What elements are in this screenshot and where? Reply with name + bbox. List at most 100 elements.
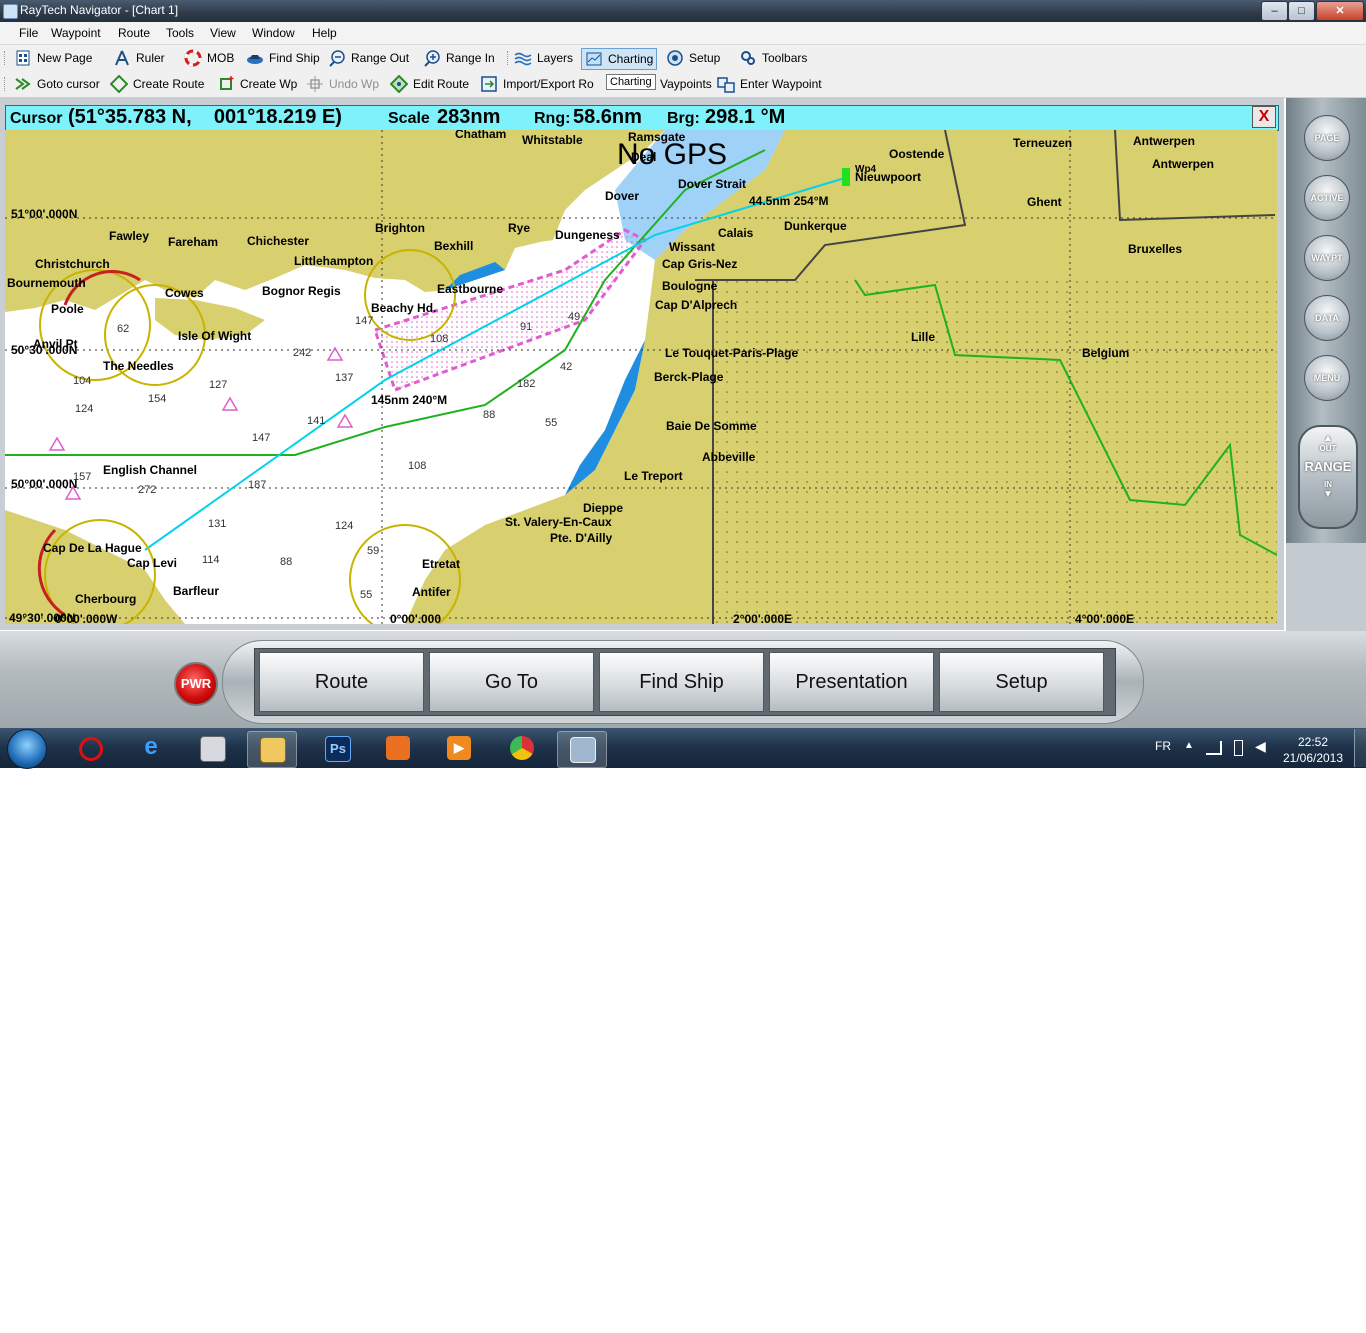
depth-sounding: 147	[252, 432, 270, 444]
taskbar-app[interactable]	[557, 731, 607, 768]
setup-button[interactable]: Setup	[666, 48, 720, 68]
page-button[interactable]: PAGE	[1304, 115, 1350, 161]
place-label: Antifer	[412, 585, 451, 599]
place-label: Rye	[508, 221, 530, 235]
taskbar-app[interactable]	[498, 731, 546, 766]
range-out-label: OUT	[1319, 444, 1337, 453]
undo-waypoint-icon	[307, 76, 323, 92]
create-waypoint-button[interactable]: Create Wp	[217, 74, 297, 94]
app-icon	[3, 4, 18, 19]
menu-tools[interactable]: Tools	[166, 26, 194, 40]
waypoint-marker[interactable]	[842, 168, 850, 186]
toolbar-grip[interactable]	[4, 77, 8, 91]
goto-softkey[interactable]: Go To	[429, 652, 594, 712]
chart-close-button[interactable]: X	[1252, 106, 1276, 128]
gps-status: No GPS	[617, 138, 727, 171]
waypt-button[interactable]: WAYPT	[1304, 235, 1350, 281]
nautical-chart[interactable]: 147 108 91 242 137 104 127 154 124 88 14…	[5, 130, 1277, 624]
minimize-button[interactable]: –	[1261, 1, 1288, 21]
toolbar-separator	[507, 51, 511, 65]
place-label: Wissant	[669, 240, 715, 254]
taskbar-app[interactable]: e	[127, 731, 175, 766]
place-label: Antwerpen	[1152, 157, 1214, 171]
maximize-button[interactable]: □	[1288, 1, 1315, 21]
lon-label: 4°00'.000E	[1075, 612, 1134, 624]
enter-waypoint-button[interactable]: Enter Waypoint	[717, 74, 822, 94]
ruler-label: Ruler	[136, 51, 165, 65]
route-leg-label: 145nm 240°M	[371, 393, 447, 407]
place-label: Cap Gris-Nez	[662, 257, 737, 271]
menu-window[interactable]: Window	[252, 26, 295, 40]
show-hidden-icons-icon[interactable]: ▲	[1184, 740, 1194, 751]
setup-softkey[interactable]: Setup	[939, 652, 1104, 712]
range-label: RANGE	[1304, 459, 1352, 474]
taskbar-app[interactable]: ▶	[435, 731, 483, 766]
start-button[interactable]	[7, 729, 47, 769]
place-label: Brighton	[375, 221, 425, 235]
waypoints-button[interactable]: Vaypoints	[660, 74, 712, 94]
power-button[interactable]: PWR	[174, 662, 218, 706]
create-route-button[interactable]: Create Route	[110, 74, 204, 94]
menu-waypoint[interactable]: Waypoint	[51, 26, 101, 40]
lon-label: 2°00'.000E	[733, 612, 792, 624]
charting-label: Charting	[608, 52, 654, 66]
active-button[interactable]: ACTIVE	[1304, 175, 1350, 221]
menu-route[interactable]: Route	[118, 26, 150, 40]
network-icon[interactable]	[1206, 741, 1222, 755]
battery-icon[interactable]	[1234, 740, 1243, 756]
taskbar-app[interactable]	[66, 731, 114, 766]
mob-button[interactable]: MOB	[184, 48, 234, 68]
taskbar-app[interactable]: Ps	[313, 731, 361, 766]
new-page-button[interactable]: New Page	[14, 48, 92, 68]
layers-button[interactable]: Layers	[514, 48, 573, 68]
place-label: Dover	[605, 189, 639, 203]
find-ship-softkey[interactable]: Find Ship	[599, 652, 764, 712]
office-icon	[386, 736, 410, 760]
depth-sounding: 187	[248, 479, 266, 491]
ruler-button[interactable]: Ruler	[113, 48, 165, 68]
data-button[interactable]: DATA	[1304, 295, 1350, 341]
create-waypoint-label: Create Wp	[240, 77, 298, 91]
menu-view[interactable]: View	[210, 26, 236, 40]
range-in-button[interactable]: Range In	[423, 48, 495, 68]
taskbar-app[interactable]	[188, 731, 236, 766]
taskbar-app[interactable]	[247, 731, 297, 768]
range-rocker[interactable]: ▲ OUT RANGE IN ▼	[1298, 425, 1358, 529]
cursor-info-bar: Cursor (51°35.783 N, 001°18.219 E) Scale…	[5, 105, 1279, 131]
place-label: Etretat	[422, 557, 460, 571]
chevron-down-icon[interactable]: ▼	[1300, 489, 1356, 500]
menu-button[interactable]: MENU	[1304, 355, 1350, 401]
presentation-softkey[interactable]: Presentation	[769, 652, 934, 712]
control-panel-icon	[200, 736, 226, 762]
toolbars-button[interactable]: Toolbars	[739, 48, 807, 68]
place-label: Whitstable	[522, 133, 583, 147]
place-label: Dover Strait	[678, 177, 746, 191]
place-label: Fareham	[168, 235, 218, 249]
show-desktop-button[interactable]	[1354, 729, 1366, 767]
language-indicator[interactable]: FR	[1155, 739, 1171, 753]
title-bar: RayTech Navigator - [Chart 1] – □ ✕	[0, 0, 1366, 22]
range-out-button[interactable]: Range Out	[328, 48, 409, 68]
system-clock[interactable]: 22:52 21/06/2013	[1282, 734, 1344, 766]
close-window-button[interactable]: ✕	[1316, 1, 1364, 21]
route-softkey[interactable]: Route	[259, 652, 424, 712]
volume-icon[interactable]: ◀	[1255, 738, 1266, 755]
charting-button[interactable]: Charting	[581, 48, 658, 70]
menu-help[interactable]: Help	[312, 26, 337, 40]
toolbar-grip[interactable]	[4, 51, 8, 65]
place-label: Le Touquet-Paris-Plage	[665, 346, 798, 360]
charting-icon	[586, 52, 602, 66]
place-label: Baie De Somme	[666, 419, 757, 433]
chevron-up-icon[interactable]: ▲	[1300, 433, 1356, 444]
goto-cursor-button[interactable]: Goto cursor	[14, 74, 100, 94]
undo-waypoint-button[interactable]: Undo Wp	[306, 74, 379, 94]
place-label: Barfleur	[173, 584, 219, 598]
taskbar-app[interactable]	[374, 731, 422, 766]
import-export-button[interactable]: Import/Export Ro	[480, 74, 594, 94]
place-label: Anvil Pt	[33, 337, 78, 351]
place-label: Cowes	[165, 286, 204, 300]
find-ship-button[interactable]: Find Ship	[246, 48, 320, 68]
menu-file[interactable]: File	[19, 26, 38, 40]
edit-route-button[interactable]: Edit Route	[390, 74, 469, 94]
depth-sounding: 114	[202, 554, 220, 566]
